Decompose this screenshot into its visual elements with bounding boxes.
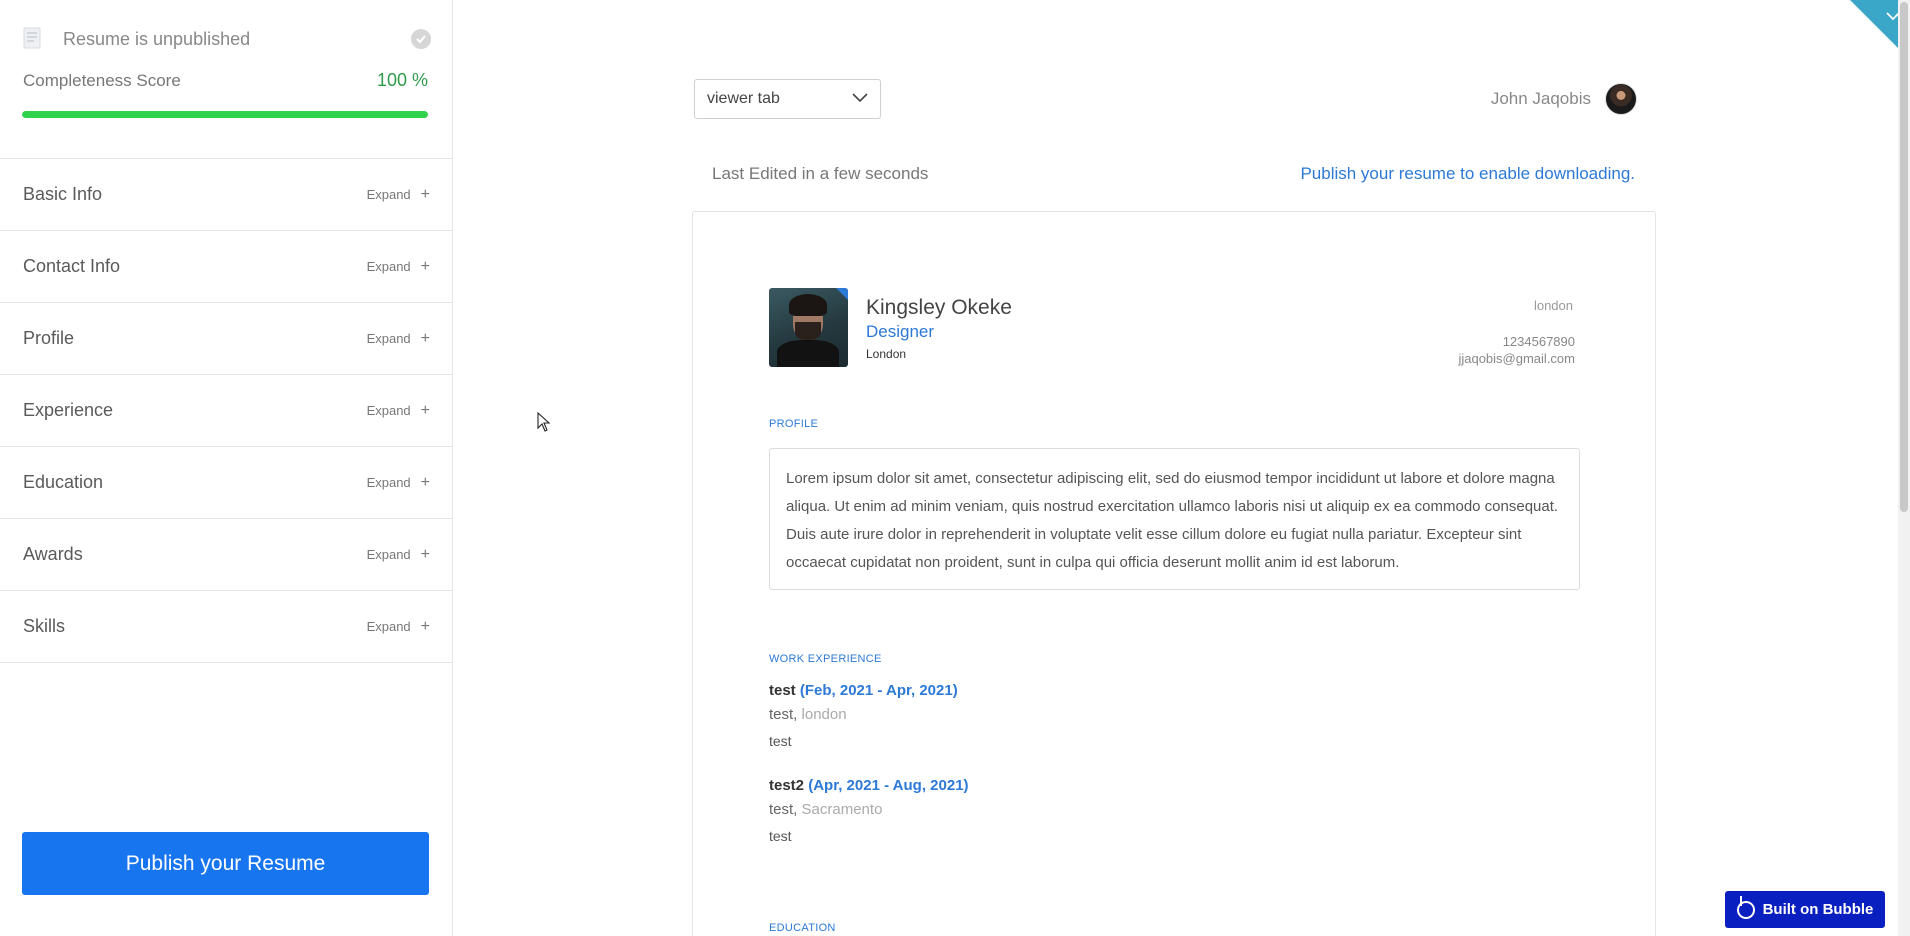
section-label: Education: [23, 472, 104, 492]
score-value: 100 %: [376, 70, 428, 90]
section-profile[interactable]: Profile Expand +: [0, 303, 452, 375]
person-name: Kingsley Okeke: [866, 296, 1012, 319]
section-label: Skills: [23, 616, 66, 636]
job-company: test,: [769, 801, 798, 818]
completeness-score: Completeness Score 100 %: [23, 70, 428, 91]
mouse-cursor-icon: [537, 411, 551, 437]
plus-icon: +: [420, 617, 430, 635]
job-entry: test (Feb, 2021 - Apr, 2021) test, londo…: [769, 682, 1269, 749]
person-city: London: [866, 347, 907, 361]
job-title: test: [769, 682, 796, 699]
expand-toggle[interactable]: Expand +: [366, 257, 430, 275]
expand-toggle[interactable]: Expand +: [366, 329, 430, 347]
person-title: Designer: [866, 322, 935, 341]
sidebar: Resume is unpublished Completeness Score…: [0, 0, 453, 936]
progress-fill: [22, 111, 428, 118]
education-heading: EDUCATION: [769, 922, 836, 934]
section-skills[interactable]: Skills Expand +: [0, 591, 452, 663]
publish-status: Resume is unpublished: [23, 24, 431, 54]
work-experience-heading: WORK EXPERIENCE: [769, 653, 882, 665]
user-name: John Jaqobis: [1490, 89, 1591, 108]
section-experience[interactable]: Experience Expand +: [0, 375, 452, 447]
plus-icon: +: [420, 329, 430, 347]
job-company-line: test, Sacramento: [769, 801, 1269, 818]
job-title: test2: [769, 777, 805, 794]
status-text: Resume is unpublished: [63, 28, 251, 49]
job-entry: test2 (Apr, 2021 - Aug, 2021) test, Sacr…: [769, 777, 1269, 844]
section-label: Contact Info: [23, 256, 121, 276]
last-edited-text: Last Edited in a few seconds: [712, 164, 929, 183]
expand-toggle[interactable]: Expand +: [366, 545, 430, 563]
section-label: Profile: [23, 328, 75, 348]
built-on-bubble-badge[interactable]: Built on Bubble: [1725, 891, 1885, 928]
job-dates: (Feb, 2021 - Apr, 2021): [799, 682, 958, 699]
expand-label: Expand: [366, 475, 411, 490]
job-company-line: test, london: [769, 706, 1269, 723]
job-dates: (Apr, 2021 - Aug, 2021): [808, 777, 969, 794]
job-description: test: [769, 733, 792, 749]
profile-photo: [769, 288, 848, 367]
publish-resume-button[interactable]: Publish your Resume: [22, 832, 429, 895]
page-scrollbar[interactable]: [1898, 0, 1910, 936]
plus-icon: +: [420, 185, 430, 203]
expand-toggle[interactable]: Expand +: [366, 401, 430, 419]
section-contact-info[interactable]: Contact Info Expand +: [0, 231, 452, 303]
expand-label: Expand: [366, 331, 411, 346]
job-location: london: [801, 706, 847, 723]
profile-heading: PROFILE: [769, 418, 819, 430]
expand-label: Expand: [366, 259, 411, 274]
resume-preview: Kingsley Okeke Designer London london 12…: [692, 211, 1656, 936]
user-avatar[interactable]: [1605, 83, 1637, 115]
job-location: Sacramento: [801, 801, 883, 818]
check-circle-icon: [411, 29, 431, 49]
expand-label: Expand: [366, 547, 411, 562]
user-menu[interactable]: John Jaqobis: [1491, 83, 1637, 115]
plus-icon: +: [420, 545, 430, 563]
section-label: Basic Info: [23, 184, 103, 204]
document-icon: [23, 27, 43, 51]
expand-toggle[interactable]: Expand +: [366, 185, 430, 203]
expand-label: Expand: [366, 403, 411, 418]
badge-label: Built on Bubble: [1762, 901, 1874, 918]
expand-label: Expand: [366, 187, 411, 202]
plus-icon: +: [420, 473, 430, 491]
section-education[interactable]: Education Expand +: [0, 447, 452, 519]
job-company: test,: [769, 706, 798, 723]
job-description: test: [769, 828, 792, 844]
plus-icon: +: [420, 257, 430, 275]
section-basic-info[interactable]: Basic Info Expand +: [0, 159, 452, 231]
publish-hint-link[interactable]: Publish your resume to enable downloadin…: [1300, 164, 1635, 184]
contact-city: london: [1533, 298, 1573, 313]
section-label: Awards: [23, 544, 83, 564]
completeness-progress-bar: [22, 111, 428, 118]
contact-phone: 1234567890: [1502, 334, 1575, 349]
viewer-select-value: viewer tab: [707, 90, 780, 107]
section-awards[interactable]: Awards Expand +: [0, 519, 452, 591]
job-header: test2 (Apr, 2021 - Aug, 2021): [769, 777, 1269, 794]
section-list: Basic Info Expand + Contact Info Expand …: [0, 158, 452, 663]
plus-icon: +: [420, 401, 430, 419]
viewer-tab-select[interactable]: viewer tab: [694, 79, 881, 119]
chevron-down-icon: [852, 90, 868, 108]
contact-email: jjaqobis@gmail.com: [1458, 351, 1575, 366]
bubble-logo-icon: [1736, 895, 1755, 919]
section-label: Experience: [23, 400, 114, 420]
score-label: Completeness Score: [23, 71, 181, 90]
scrollbar-thumb[interactable]: [1900, 2, 1908, 512]
expand-label: Expand: [366, 619, 411, 634]
expand-toggle[interactable]: Expand +: [366, 473, 430, 491]
job-header: test (Feb, 2021 - Apr, 2021): [769, 682, 1269, 699]
profile-text: Lorem ipsum dolor sit amet, consectetur …: [769, 448, 1580, 590]
expand-toggle[interactable]: Expand +: [366, 617, 430, 635]
